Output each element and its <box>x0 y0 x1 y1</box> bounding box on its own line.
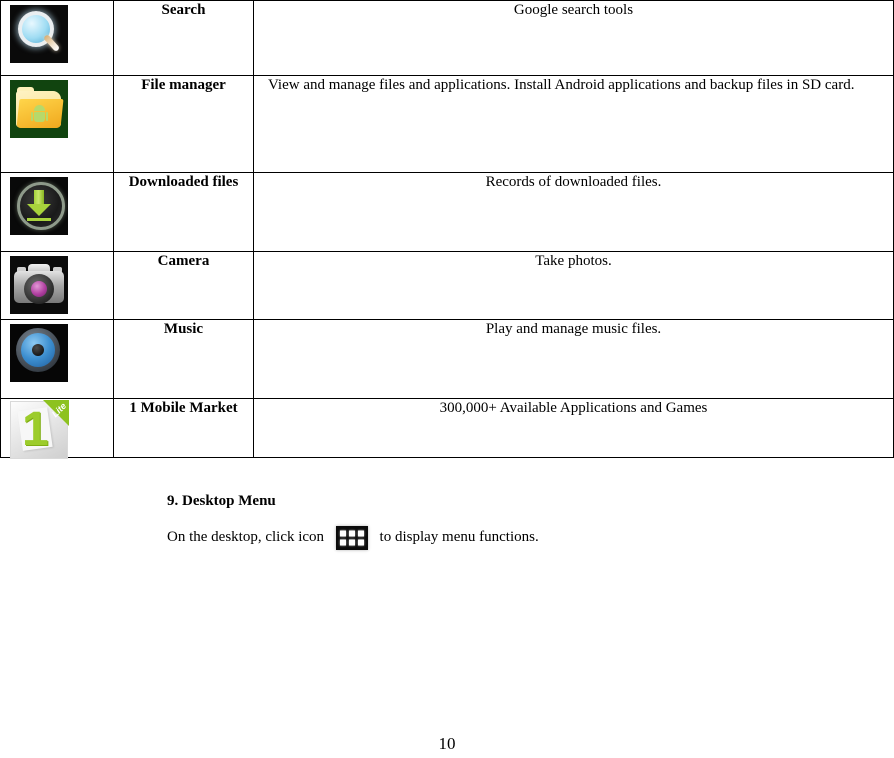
icon-cell <box>0 0 114 76</box>
app-name: Search <box>113 0 254 76</box>
table-row: Search Google search tools <box>0 0 894 76</box>
download-icon-arrow-shaft <box>34 190 44 205</box>
icon-cell: 1 Lite <box>0 398 114 459</box>
table-row: 1 Lite 1 Mobile Market 300,000+ Availabl… <box>0 398 894 459</box>
download-icon-baseline <box>27 218 51 221</box>
app-name: Music <box>113 319 254 399</box>
app-description: 300,000+ Available Applications and Game… <box>253 398 894 458</box>
section-body: On the desktop, click icon to display me… <box>167 526 867 550</box>
app-description: Google search tools <box>253 0 894 76</box>
table-row: File manager View and manage files and a… <box>0 75 894 173</box>
app-description: View and manage files and applications. … <box>253 75 894 173</box>
page-number: 10 <box>438 734 456 753</box>
table-row: Music Play and manage music files. <box>0 319 894 399</box>
application-list-table: Search Google search tools File manager … <box>0 0 894 459</box>
music-icon <box>10 324 68 382</box>
market-icon: 1 Lite <box>10 400 69 459</box>
section-text-before: On the desktop, click icon <box>167 529 328 546</box>
icon-cell <box>0 319 114 399</box>
desktop-menu-section: 9. Desktop Menu On the desktop, click ic… <box>167 492 867 550</box>
table-row: Downloaded files Records of downloaded f… <box>0 172 894 252</box>
app-drawer-icon <box>335 526 368 550</box>
app-name: Downloaded files <box>113 172 254 252</box>
app-name: Camera <box>113 251 254 320</box>
music-icon-speaker-dome <box>32 344 44 356</box>
download-icon <box>10 177 68 235</box>
camera-icon <box>10 256 68 314</box>
icon-cell <box>0 75 114 173</box>
app-name: 1 Mobile Market <box>113 398 254 458</box>
app-name: File manager <box>113 75 254 173</box>
camera-icon-lens <box>31 281 47 297</box>
android-robot-icon <box>31 105 48 122</box>
app-description: Records of downloaded files. <box>253 172 894 252</box>
section-heading: 9. Desktop Menu <box>167 493 276 509</box>
download-icon-arrow-head <box>27 204 51 216</box>
app-description: Take photos. <box>253 251 894 320</box>
table-row: Camera Take photos. <box>0 251 894 320</box>
folder-icon <box>10 80 68 138</box>
icon-cell <box>0 251 114 320</box>
search-icon <box>10 5 68 63</box>
section-text-after: to display menu functions. <box>375 529 539 546</box>
icon-cell <box>0 172 114 252</box>
app-description: Play and manage music files. <box>253 319 894 399</box>
